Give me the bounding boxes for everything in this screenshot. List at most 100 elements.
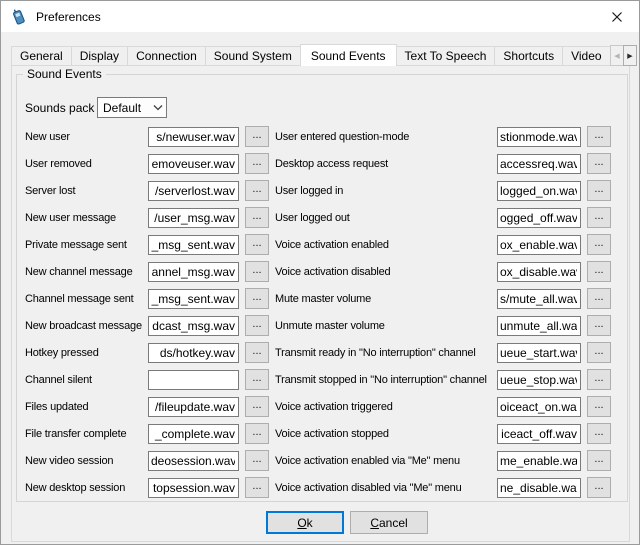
event-sound-file-input[interactable] — [148, 181, 239, 201]
browse-button[interactable]: ... — [245, 126, 269, 147]
event-label: Server lost — [25, 185, 142, 197]
browse-button[interactable]: ... — [245, 477, 269, 498]
browse-button[interactable]: ... — [245, 423, 269, 444]
tab-scroll-left-button[interactable]: ◀ — [610, 45, 624, 66]
browse-button[interactable]: ... — [245, 288, 269, 309]
chevron-down-icon — [153, 104, 163, 111]
event-sound-file-input[interactable] — [497, 397, 581, 417]
browse-button[interactable]: ... — [587, 261, 611, 282]
event-sound-file-input[interactable] — [497, 316, 581, 336]
browse-button[interactable]: ... — [587, 153, 611, 174]
tab-sound-system[interactable]: Sound System — [205, 46, 301, 66]
tab-general[interactable]: General — [11, 46, 72, 66]
browse-button[interactable]: ... — [587, 477, 611, 498]
sounds-pack-value: Default — [98, 101, 150, 115]
tab-sound-events[interactable]: Sound Events — [300, 44, 397, 66]
browse-button[interactable]: ... — [245, 234, 269, 255]
cancel-button[interactable]: Cancel — [350, 511, 428, 534]
event-sound-file-input[interactable] — [148, 262, 239, 282]
event-label: Private message sent — [25, 239, 142, 251]
event-sound-file-input[interactable] — [148, 370, 239, 390]
tab-text-to-speech[interactable]: Text To Speech — [396, 46, 496, 66]
close-button[interactable] — [594, 1, 639, 32]
tab-connection[interactable]: Connection — [127, 46, 206, 66]
event-sound-file-input[interactable] — [497, 181, 581, 201]
event-label: Voice activation disabled — [275, 266, 491, 278]
groupbox-legend: Sound Events — [23, 67, 106, 81]
browse-button[interactable]: ... — [587, 423, 611, 444]
browse-button[interactable]: ... — [245, 153, 269, 174]
tab-page-sound-events: Sound Events Sounds pack Default New use… — [11, 65, 630, 542]
browse-button[interactable]: ... — [245, 180, 269, 201]
close-icon — [611, 11, 623, 23]
tab-bar: GeneralDisplayConnectionSound SystemSoun… — [11, 43, 631, 66]
browse-button[interactable]: ... — [245, 261, 269, 282]
tab-shortcuts[interactable]: Shortcuts — [494, 46, 563, 66]
event-sound-file-input[interactable] — [497, 451, 581, 471]
event-sound-file-input[interactable] — [148, 343, 239, 363]
tab-display[interactable]: Display — [71, 46, 128, 66]
event-sound-file-input[interactable] — [497, 343, 581, 363]
event-label: Voice activation disabled via "Me" menu — [275, 482, 491, 494]
event-sound-file-input[interactable] — [148, 235, 239, 255]
event-sound-file-input[interactable] — [497, 289, 581, 309]
browse-button[interactable]: ... — [245, 396, 269, 417]
event-sound-file-input[interactable] — [148, 424, 239, 444]
event-label: Voice activation enabled via "Me" menu — [275, 455, 491, 467]
event-sound-file-input[interactable] — [148, 397, 239, 417]
browse-button[interactable]: ... — [587, 180, 611, 201]
tab-video[interactable]: Video — [562, 46, 610, 66]
sounds-pack-select[interactable]: Default — [97, 97, 167, 118]
preferences-dialog: Preferences GeneralDisplayConnectionSoun… — [0, 0, 640, 545]
browse-button[interactable]: ... — [245, 315, 269, 336]
ok-label: Ok — [297, 516, 312, 530]
browse-button[interactable]: ... — [587, 315, 611, 336]
event-sound-file-input[interactable] — [148, 289, 239, 309]
tab-scroll-right-button[interactable]: ▶ — [623, 45, 637, 66]
event-sound-file-input[interactable] — [497, 235, 581, 255]
cancel-label: Cancel — [370, 516, 407, 530]
browse-button[interactable]: ... — [587, 450, 611, 471]
sound-events-groupbox: Sound Events Sounds pack Default New use… — [16, 74, 628, 502]
title-bar[interactable]: Preferences — [1, 1, 639, 32]
event-sound-file-input[interactable] — [148, 154, 239, 174]
event-sound-file-input[interactable] — [148, 478, 239, 498]
event-label: User logged out — [275, 212, 491, 224]
event-sound-file-input[interactable] — [497, 208, 581, 228]
event-sound-file-input[interactable] — [148, 208, 239, 228]
event-label: New desktop session — [25, 482, 142, 494]
event-sound-file-input[interactable] — [148, 316, 239, 336]
event-sound-file-input[interactable] — [497, 262, 581, 282]
browse-button[interactable]: ... — [587, 234, 611, 255]
browse-button[interactable]: ... — [245, 207, 269, 228]
event-label: Files updated — [25, 401, 142, 413]
browse-button[interactable]: ... — [587, 342, 611, 363]
event-label: User entered question-mode — [275, 131, 491, 143]
sound-events-grid: New user...User entered question-mode...… — [25, 126, 611, 498]
ok-button[interactable]: Ok — [266, 511, 344, 534]
app-icon — [10, 8, 28, 26]
tab-scroll-buttons: ◀ ▶ — [610, 45, 637, 66]
sounds-pack-label: Sounds pack — [25, 101, 97, 115]
browse-button[interactable]: ... — [587, 369, 611, 390]
browse-button[interactable]: ... — [587, 207, 611, 228]
event-label: Mute master volume — [275, 293, 491, 305]
event-label: Voice activation stopped — [275, 428, 491, 440]
event-label: Transmit ready in "No interruption" chan… — [275, 347, 491, 359]
event-sound-file-input[interactable] — [497, 154, 581, 174]
event-sound-file-input[interactable] — [497, 127, 581, 147]
browse-button[interactable]: ... — [587, 396, 611, 417]
browse-button[interactable]: ... — [587, 288, 611, 309]
browse-button[interactable]: ... — [245, 369, 269, 390]
browse-button[interactable]: ... — [587, 126, 611, 147]
browse-button[interactable]: ... — [245, 450, 269, 471]
event-sound-file-input[interactable] — [148, 451, 239, 471]
event-sound-file-input[interactable] — [497, 424, 581, 444]
event-label: File transfer complete — [25, 428, 142, 440]
event-sound-file-input[interactable] — [497, 478, 581, 498]
event-label: Transmit stopped in "No interruption" ch… — [275, 374, 491, 386]
browse-button[interactable]: ... — [245, 342, 269, 363]
event-sound-file-input[interactable] — [497, 370, 581, 390]
event-sound-file-input[interactable] — [148, 127, 239, 147]
event-label: Voice activation triggered — [275, 401, 491, 413]
